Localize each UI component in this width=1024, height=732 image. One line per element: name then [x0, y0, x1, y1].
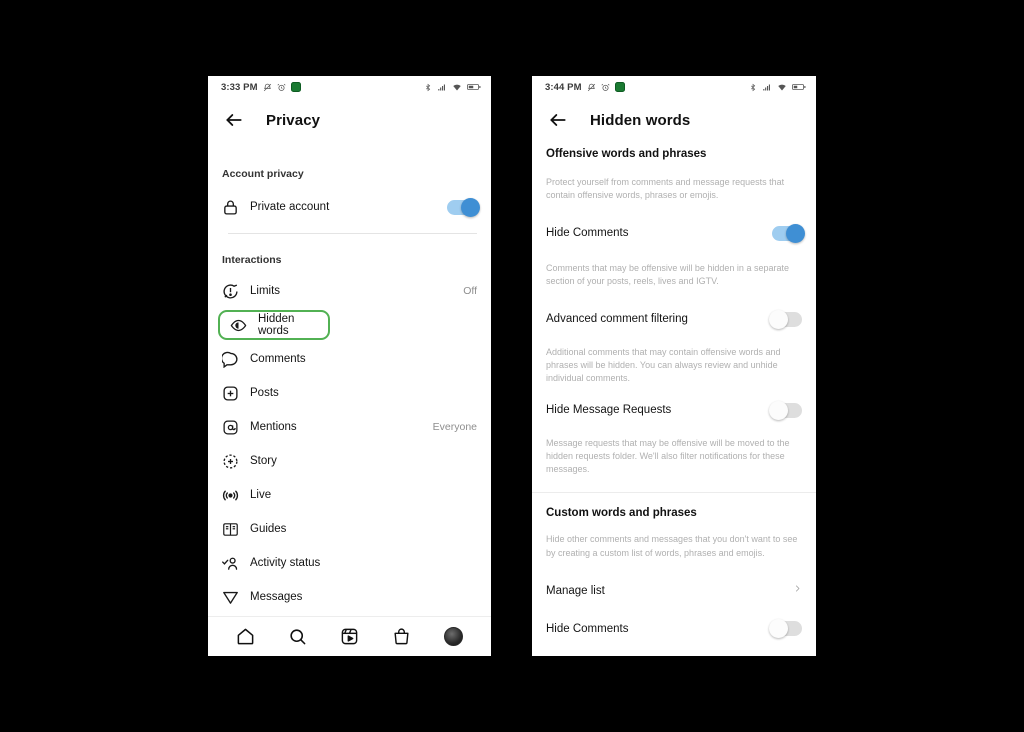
- section-header-interactions: Interactions: [222, 254, 282, 266]
- row-value: Everyone: [432, 421, 477, 433]
- row-private-account[interactable]: Private account: [208, 190, 491, 224]
- phone-screen-privacy: 3:33 PM Privacy Account privacy Private …: [208, 76, 491, 656]
- row-label: Story: [250, 455, 277, 467]
- row-advanced-comment-filtering[interactable]: Advanced comment filtering: [532, 304, 816, 334]
- private-account-toggle[interactable]: [447, 197, 480, 217]
- search-icon[interactable]: [288, 627, 307, 646]
- row-label: Advanced comment filtering: [546, 313, 688, 326]
- home-icon[interactable]: [236, 627, 255, 646]
- row-label: Manage list: [546, 584, 605, 597]
- alarm-icon: [277, 83, 286, 92]
- row-label: Live: [250, 489, 272, 501]
- row-hide-comments-offensive[interactable]: Hide Comments: [532, 218, 816, 248]
- section-header-offensive-words: Offensive words and phrases: [546, 148, 707, 160]
- row-label: Messages: [250, 591, 303, 603]
- section-description-offensive: Protect yourself from comments and messa…: [546, 177, 785, 201]
- sidebar-item-messages[interactable]: Messages: [208, 580, 491, 614]
- row-label: Hide Message Requests: [546, 404, 672, 417]
- sidebar-item-activity-status[interactable]: Activity status: [208, 546, 491, 580]
- sidebar-item-guides[interactable]: Guides: [208, 512, 491, 546]
- hidden-words-icon: [230, 317, 247, 334]
- row-label: Guides: [250, 523, 287, 535]
- battery-icon: [792, 83, 806, 91]
- hide-comments-offensive-toggle[interactable]: [772, 223, 805, 243]
- wifi-icon: [452, 83, 462, 92]
- bottom-nav-bar: [208, 616, 491, 656]
- bell-mute-icon: [587, 83, 596, 92]
- signal-icon: [762, 83, 772, 92]
- row-label: Activity status: [250, 557, 321, 569]
- row-value: Off: [463, 285, 477, 297]
- section-description-custom: Hide other comments and messages that yo…: [546, 534, 798, 558]
- sidebar-item-mentions[interactable]: Mentions Everyone: [208, 410, 491, 444]
- lock-icon: [222, 199, 239, 216]
- status-bar-left: 3:33 PM: [208, 76, 491, 98]
- row-label: Mentions: [250, 421, 297, 433]
- status-time: 3:44 PM: [545, 81, 582, 93]
- battery-icon: [467, 83, 481, 91]
- reels-icon[interactable]: [340, 627, 359, 646]
- sidebar-item-story[interactable]: Story: [208, 444, 491, 478]
- sidebar-item-comments[interactable]: Comments: [208, 342, 491, 376]
- activity-status-icon: [222, 555, 239, 572]
- row-hide-comments-custom[interactable]: Hide Comments: [532, 614, 816, 644]
- row-label: Private account: [250, 201, 330, 213]
- row-description: Message requests that may be offensive w…: [546, 438, 790, 475]
- green-app-badge-icon: [614, 82, 625, 92]
- limits-icon: [222, 283, 239, 300]
- green-app-badge-icon: [290, 82, 301, 92]
- row-label: Posts: [250, 387, 279, 399]
- wifi-icon: [777, 83, 787, 92]
- sidebar-item-hidden-words[interactable]: Hidden words: [218, 310, 330, 340]
- messages-send-icon: [222, 589, 239, 606]
- back-arrow-icon[interactable]: [548, 110, 568, 130]
- shop-icon[interactable]: [392, 627, 411, 646]
- back-arrow-icon[interactable]: [224, 110, 244, 130]
- appbar-hidden-words: Hidden words: [532, 98, 816, 142]
- live-icon: [222, 487, 239, 504]
- appbar-privacy: Privacy: [208, 98, 491, 142]
- sidebar-item-posts[interactable]: Posts: [208, 376, 491, 410]
- bluetooth-icon: [749, 83, 757, 92]
- posts-plus-icon: [222, 385, 239, 402]
- row-manage-list[interactable]: Manage list: [532, 576, 816, 606]
- row-label: Hide Comments: [546, 622, 629, 635]
- signal-icon: [437, 83, 447, 92]
- row-label: Hidden words: [258, 313, 295, 337]
- page-title: Hidden words: [590, 111, 691, 129]
- page-title: Privacy: [266, 111, 321, 129]
- sidebar-item-limits[interactable]: Limits Off: [208, 274, 491, 308]
- story-plus-icon: [222, 453, 239, 470]
- row-description: Comments that may be offensive will be h…: [546, 263, 789, 287]
- section-header-custom-words: Custom words and phrases: [546, 507, 697, 520]
- row-label: Limits: [250, 285, 281, 297]
- alarm-icon: [601, 83, 610, 92]
- hide-message-requests-offensive-toggle[interactable]: [769, 400, 802, 420]
- row-label: Comments: [250, 353, 306, 365]
- screenshot-canvas: 3:33 PM Privacy Account privacy Private …: [0, 0, 1024, 732]
- bluetooth-icon: [424, 83, 432, 92]
- comment-icon: [222, 351, 239, 368]
- guides-book-icon: [222, 521, 239, 538]
- hide-comments-custom-toggle[interactable]: [769, 619, 802, 639]
- advanced-comment-filtering-toggle[interactable]: [769, 309, 802, 329]
- bell-mute-icon: [263, 83, 272, 92]
- mention-at-icon: [222, 419, 239, 436]
- status-time: 3:33 PM: [221, 81, 258, 93]
- row-label: Hide Comments: [546, 227, 629, 240]
- row-hide-message-requests-offensive[interactable]: Hide Message Requests: [532, 395, 816, 425]
- profile-avatar[interactable]: [443, 627, 463, 646]
- chevron-right-icon: [793, 584, 802, 598]
- section-header-account-privacy: Account privacy: [222, 168, 304, 180]
- row-description: Additional comments that may contain off…: [546, 347, 781, 384]
- status-bar-right: 3:44 PM: [532, 76, 816, 98]
- sidebar-item-live[interactable]: Live: [208, 478, 491, 512]
- phone-screen-hidden-words: 3:44 PM Hidden words Offensive words and…: [532, 76, 816, 656]
